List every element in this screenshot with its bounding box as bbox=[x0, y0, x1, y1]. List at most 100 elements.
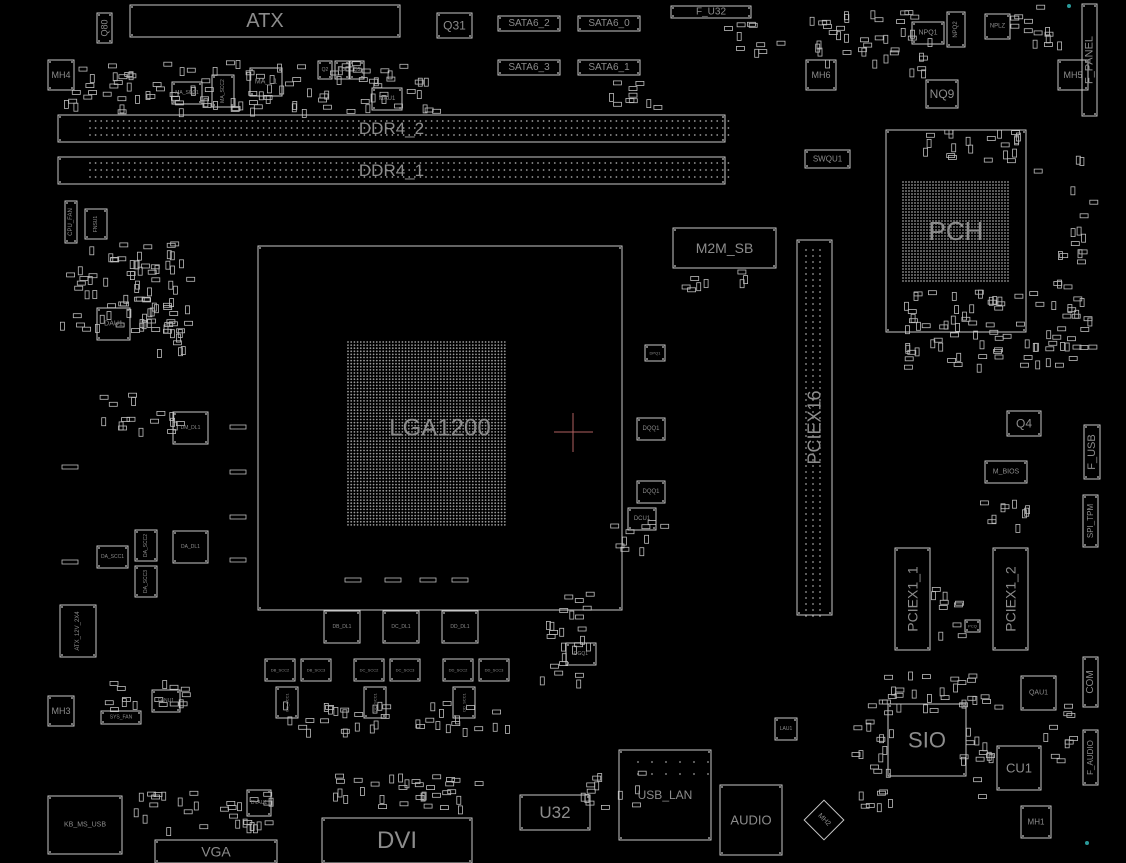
pin bbox=[478, 517, 481, 520]
pin bbox=[819, 585, 821, 587]
pin bbox=[401, 508, 404, 511]
pin bbox=[395, 409, 397, 412]
pin bbox=[908, 193, 910, 195]
pin bbox=[920, 280, 922, 282]
pin bbox=[484, 369, 487, 371]
pin bbox=[491, 511, 493, 514]
pin bbox=[992, 184, 994, 186]
pin bbox=[471, 517, 474, 520]
pin bbox=[443, 347, 445, 350]
pin bbox=[471, 452, 474, 455]
pin bbox=[407, 390, 410, 393]
pin bbox=[133, 176, 136, 178]
pin bbox=[439, 505, 442, 508]
pin bbox=[452, 393, 455, 396]
pin bbox=[500, 505, 503, 508]
pin bbox=[914, 235, 916, 237]
pin bbox=[251, 162, 254, 164]
pin bbox=[122, 127, 125, 129]
pin bbox=[492, 120, 495, 122]
pin bbox=[439, 489, 442, 492]
pin bbox=[926, 193, 928, 195]
pin bbox=[503, 344, 506, 346]
pin bbox=[382, 471, 385, 474]
pin bbox=[359, 359, 362, 362]
pin bbox=[369, 508, 372, 511]
pin bbox=[443, 502, 445, 505]
pin bbox=[436, 511, 439, 514]
pin bbox=[407, 375, 410, 377]
pin bbox=[932, 202, 934, 204]
pin bbox=[471, 449, 474, 452]
pin bbox=[401, 387, 404, 390]
pin bbox=[452, 378, 455, 381]
pin bbox=[395, 462, 397, 464]
pin bbox=[491, 489, 493, 492]
pin bbox=[677, 127, 679, 129]
pin bbox=[366, 387, 369, 390]
pin bbox=[481, 449, 484, 452]
pin bbox=[977, 205, 979, 207]
pin bbox=[395, 446, 397, 449]
pin bbox=[427, 511, 429, 514]
pin bbox=[369, 362, 372, 365]
pin bbox=[980, 280, 982, 282]
pin bbox=[475, 384, 477, 387]
pin bbox=[947, 193, 949, 195]
pin bbox=[497, 517, 500, 520]
pin bbox=[446, 483, 449, 486]
pin bbox=[621, 169, 623, 171]
pin bbox=[401, 468, 404, 470]
pin bbox=[986, 214, 988, 216]
pin bbox=[497, 356, 500, 359]
pin bbox=[430, 344, 433, 346]
pin bbox=[414, 400, 417, 402]
pin bbox=[812, 387, 814, 389]
pin bbox=[398, 524, 401, 526]
pin bbox=[805, 537, 807, 539]
pin bbox=[385, 378, 388, 381]
pin bbox=[929, 211, 931, 213]
pin bbox=[411, 341, 413, 343]
pin bbox=[443, 474, 445, 477]
pin bbox=[385, 446, 388, 449]
pin bbox=[347, 362, 349, 365]
pin bbox=[998, 208, 1000, 210]
pin bbox=[971, 202, 973, 204]
pin bbox=[989, 280, 991, 282]
pin bbox=[375, 412, 378, 415]
pin bbox=[359, 440, 362, 443]
boardview-canvas[interactable]: ATXQ80 Q31 SATA6_2 SATA6_0SATA6_3 SATA6_1F_U… bbox=[0, 0, 1126, 863]
pin bbox=[998, 262, 1000, 264]
pin bbox=[382, 421, 385, 424]
pin bbox=[959, 271, 961, 273]
pin bbox=[920, 193, 922, 195]
pin bbox=[465, 341, 468, 343]
pin bbox=[404, 356, 407, 359]
pin bbox=[427, 443, 429, 446]
pin bbox=[363, 418, 365, 421]
pin bbox=[417, 511, 420, 514]
pin bbox=[446, 489, 449, 492]
pin bbox=[805, 315, 807, 317]
pin bbox=[375, 474, 378, 477]
pin bbox=[941, 262, 943, 264]
pin bbox=[385, 440, 388, 443]
pin bbox=[621, 162, 623, 164]
pin bbox=[407, 381, 410, 384]
pin bbox=[89, 134, 91, 136]
pin bbox=[956, 184, 958, 186]
pin bbox=[245, 127, 248, 129]
pin bbox=[465, 524, 468, 526]
pin bbox=[423, 341, 426, 343]
pin bbox=[989, 232, 991, 234]
pin bbox=[366, 375, 369, 377]
pin bbox=[911, 274, 913, 276]
pin bbox=[998, 226, 1000, 228]
pin bbox=[980, 277, 982, 279]
pin bbox=[452, 508, 455, 511]
pin bbox=[471, 359, 474, 362]
pin bbox=[329, 134, 332, 136]
pin bbox=[468, 458, 471, 461]
pin bbox=[385, 449, 388, 452]
